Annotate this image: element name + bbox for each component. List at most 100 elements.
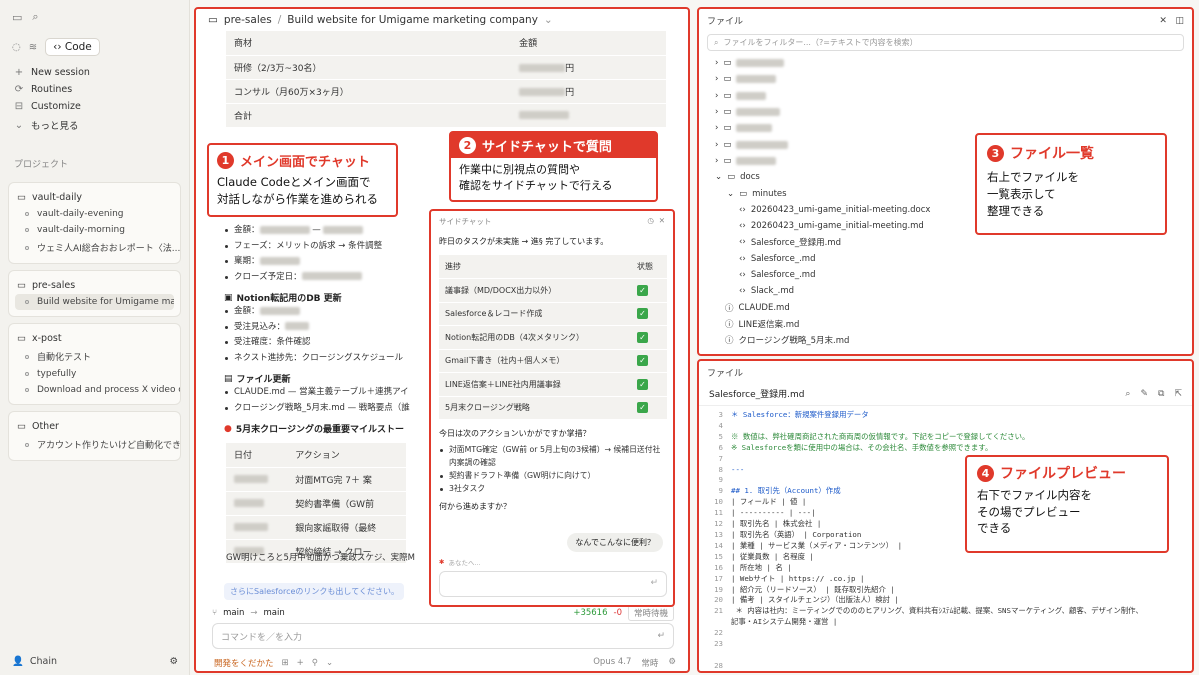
session-item[interactable]: vault-daily-morning (9, 222, 180, 238)
file-row[interactable]: ⓘ LINE返信案.md (715, 316, 1192, 332)
session-item[interactable]: typefully (9, 366, 180, 382)
mic-icon[interactable]: ⚲ (312, 658, 318, 668)
mode-selector[interactable]: 常時 (641, 657, 658, 669)
breadcrumb-title[interactable]: Build website for Umigame marketing comp… (287, 14, 538, 26)
folder-row[interactable]: › ▭ (715, 55, 1192, 71)
side-chat: サイドチャット ◷ ✕ 昨日のタスクが未実施 → 進§ 完了しています。 進捗 状態… (429, 209, 675, 607)
more-link[interactable]: ⌄ もっと見る (0, 115, 189, 135)
session-label: vault-daily-morning (37, 225, 125, 235)
permission-mode[interactable]: 開発をくだかた (214, 657, 274, 669)
link-label: New session (31, 67, 90, 78)
folder-icon: ▭ (723, 74, 732, 85)
folder-row[interactable]: › ▭ (715, 104, 1192, 120)
chevron-right-icon: › (715, 107, 719, 118)
close-icon[interactable]: ✕ (1159, 16, 1167, 26)
table-header: 進捗 (439, 255, 631, 279)
attach-icon[interactable]: ⊞ (282, 658, 289, 668)
callout-title: 3 ファイル一覧 (987, 143, 1155, 163)
table-row: Notion転記用のDB（4次メタリンク） ✓ (439, 325, 667, 350)
code-tab[interactable]: ‹› Code (45, 38, 100, 56)
model-selector[interactable]: Opus 4.7 (593, 657, 631, 669)
code-text: | 業種 | サービス業（メディア・コンテンツ） | (731, 540, 903, 550)
code-line: 21 ＊ 内容は社内：ミーティングでのののヒアリング、資料共有ｼｽﾃﾑ記載、提案… (699, 606, 1192, 617)
callout-body: 右下でファイル内容を その場でプレビュー できる (977, 488, 1092, 535)
folder-icon: ▭ (723, 123, 732, 134)
session-item[interactable]: Download and process X video co... (9, 382, 180, 398)
branch-indicator[interactable]: ⑂ main → main (212, 608, 285, 618)
preview-panel: ファイル Salesforce_登録用.md ⌕ ✎ ⧉ ⇱ 3 ＊ Salesforc… (697, 359, 1194, 673)
chat-icon[interactable]: ◌ (12, 42, 21, 53)
session-item[interactable]: vault-daily-evening (9, 206, 180, 222)
callout-4: 4 ファイルプレビュー 右下でファイル内容を その場でプレビュー できる (965, 455, 1169, 553)
line-number: 20 (714, 595, 723, 605)
customize-link[interactable]: ⊟ Customize (0, 98, 189, 115)
history-icon[interactable]: ◷ (647, 216, 654, 225)
close-icon[interactable]: ✕ (659, 216, 665, 225)
project-group: ▭ pre-sales Build website for Umigame mar… (8, 270, 181, 317)
enter-icon[interactable]: ↵ (657, 631, 665, 641)
project-folder[interactable]: ▭ Other (9, 418, 180, 435)
line-number: 15 (714, 551, 723, 561)
settings-icon[interactable]: ⚙ (668, 657, 676, 669)
session-item[interactable]: ウェミ人AI総合おおレポート〈法... (9, 238, 180, 257)
project-folder[interactable]: ▭ x-post (9, 330, 180, 347)
check-icon: ✓ (637, 284, 648, 296)
list-item: 受注確度：条件確認 (224, 335, 424, 351)
search-icon[interactable]: ⌕ (1125, 389, 1130, 399)
side-chat-input[interactable]: ↵ (439, 571, 667, 597)
project-folder[interactable]: ▭ vault-daily (9, 189, 180, 206)
code-text: 記事・AIシステム開発・運営 | (731, 617, 838, 627)
project-folder[interactable]: ▭ pre-sales (9, 277, 180, 294)
file-row[interactable]: ⓘ CLAUDE.md (715, 299, 1192, 315)
folder-icon: ▭ (723, 58, 732, 69)
chevron-down-icon[interactable]: ⌄ (544, 14, 553, 26)
folder-icon: ▭ (723, 107, 732, 118)
breadcrumb-project[interactable]: pre-sales (224, 14, 272, 26)
standby-button[interactable]: 常時待機 (627, 605, 674, 621)
session-item[interactable]: アカウント作りたいけど自動化でき... (9, 435, 180, 454)
project-group: ▭ x-post 自動化テスト typefully Download and pr… (8, 323, 181, 405)
line-number: 3 (718, 410, 723, 419)
file-row[interactable]: ‹› Salesforce_.md (715, 267, 1192, 283)
code-line: 6 ※ Salesforceを類に使用中の場合は、その会社名、手数値を参照できます… (699, 443, 1192, 454)
command-input[interactable]: コマンドを／を入力 ↵ (212, 623, 674, 649)
preview-filename: Salesforce_登録用.md (709, 390, 805, 400)
routines-link[interactable]: ⟳ Routines (0, 81, 189, 98)
file-row[interactable]: ‹› Salesforce_.md (715, 251, 1192, 267)
folder-row[interactable]: › ▭ (715, 71, 1192, 87)
session-dot-icon (25, 212, 29, 216)
search-icon[interactable]: ⌕ (32, 10, 38, 24)
file-filter-input[interactable]: ⌕ ファイルをフィルター...（?=テキストで内容を検索） (707, 34, 1184, 51)
chevron-down-icon[interactable]: ⌄ (326, 658, 333, 668)
tools-icon[interactable]: ≋ (29, 42, 37, 53)
folder-icon: ▭ (723, 90, 732, 101)
summary-list: 金額： — フェーズ：メリットの訴求 → 条件調整 稟期： クローズ予定日： (224, 223, 424, 285)
user-bubble: なんでこんなに便利？ (567, 533, 663, 552)
file-panel-header: ファイル ✕ ◫ (707, 15, 1184, 28)
side-chat-ask: 何から進めますか？ (439, 502, 511, 511)
code-icon: ‹› (53, 41, 62, 53)
file-row[interactable]: ‹› Slack_.md (715, 283, 1192, 299)
layout-icon[interactable]: ◫ (1175, 16, 1184, 26)
table-row: 5月末クロージング戦略 ✓ (439, 396, 667, 420)
copy-icon[interactable]: ⧉ (1158, 389, 1164, 399)
new-session-link[interactable]: + New session (0, 64, 189, 81)
list-item: クロージング戦略_5月末.md — 戦略要点（誰 (224, 401, 424, 417)
session-item-selected[interactable]: Build website for Umigame marketing... (15, 294, 174, 310)
folder-icon: ▭ (17, 421, 26, 432)
chevron-down-icon: ⌄ (14, 119, 24, 131)
preview-file-bar: Salesforce_登録用.md ⌕ ✎ ⧉ ⇱ (699, 384, 1192, 406)
file-row[interactable]: ⓘ クロージング戦略_5月末.md (715, 332, 1192, 348)
sidebar-toggle-icon[interactable]: ▭ (12, 11, 22, 24)
folder-row[interactable]: › ▭ (715, 88, 1192, 104)
settings-icon[interactable]: ⚙ (169, 656, 178, 667)
open-icon[interactable]: ⇱ (1174, 389, 1182, 399)
plus-icon[interactable]: + (297, 658, 304, 668)
session-item[interactable]: 自動化テスト (9, 347, 180, 366)
user-name[interactable]: Chain (30, 656, 57, 667)
code-line: 15 | 従業員数 | 名程度 | (699, 552, 1192, 563)
enter-icon[interactable]: ↵ (650, 578, 658, 588)
file-row[interactable]: ‹› Salesforce_登録用.md (715, 234, 1192, 250)
edit-icon[interactable]: ✎ (1140, 389, 1148, 399)
preview-panel-header: ファイル (707, 369, 744, 379)
